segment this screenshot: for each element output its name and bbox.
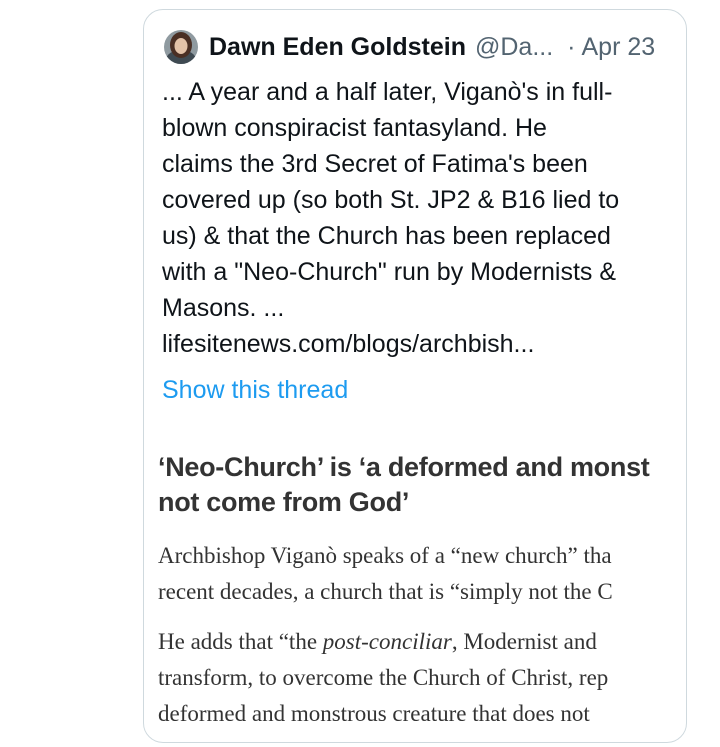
article-link[interactable]: lifesitenews.com/blogs/archbish... [162,326,682,362]
tweet-text-line: us) & that the Church has been replaced [162,222,611,250]
author-avatar[interactable] [164,30,198,64]
tweet-text-line: claims the 3rd Secret of Fatima's been [162,150,588,178]
tweet-text-line: Masons. ... [162,294,285,322]
tweet-text-line: with a "Neo-Church" run by Modernists & [162,258,617,286]
paragraph-line: He adds that “the post-conciliar, Modern… [158,624,686,660]
tweet-text-line: blown conspiracist fantasyland. He [162,114,547,142]
separator-dot: · [567,32,576,61]
show-thread-link[interactable]: Show this thread [162,372,348,408]
paragraph-line: recent decades, a church that is “simply… [158,579,613,604]
paragraph-line: transform, to overcome the Church of Chr… [158,665,609,690]
article-paragraph-2: He adds that “the post-conciliar, Modern… [158,624,686,732]
paragraph-text: He adds that “the [158,629,323,654]
article-paragraph-1: Archbishop Viganò speaks of a “new churc… [158,538,686,610]
headline-line: ‘Neo-Church’ is ‘a deformed and monst [158,452,650,482]
article-headline: ‘Neo-Church’ is ‘a deformed and monst no… [158,450,686,520]
tweet-card[interactable]: Dawn Eden Goldstein @Da... · Apr 23 ... … [143,9,687,743]
headline-line: not come from God’ [158,487,410,517]
tweet-date[interactable]: Apr 23 [582,33,656,62]
paragraph-line: Archbishop Viganò speaks of a “new churc… [158,543,612,568]
tweet-text-line: ... A year and a half later, Viganò's in… [162,78,613,106]
author-name[interactable]: Dawn Eden Goldstein [209,33,466,62]
italic-term: post-conciliar [322,629,452,654]
tweet-text: ... A year and a half later, Viganò's in… [162,74,682,362]
paragraph-line: deformed and monstrous creature that doe… [158,701,590,726]
quoted-article-preview[interactable]: ‘Neo-Church’ is ‘a deformed and monst no… [158,450,686,742]
paragraph-text: , Modernist and [451,629,597,654]
tweet-header: Dawn Eden Goldstein @Da... · Apr 23 [209,30,668,64]
tweet-text-line: covered up (so both St. JP2 & B16 lied t… [162,186,620,214]
author-handle[interactable]: @Da... [475,33,553,62]
